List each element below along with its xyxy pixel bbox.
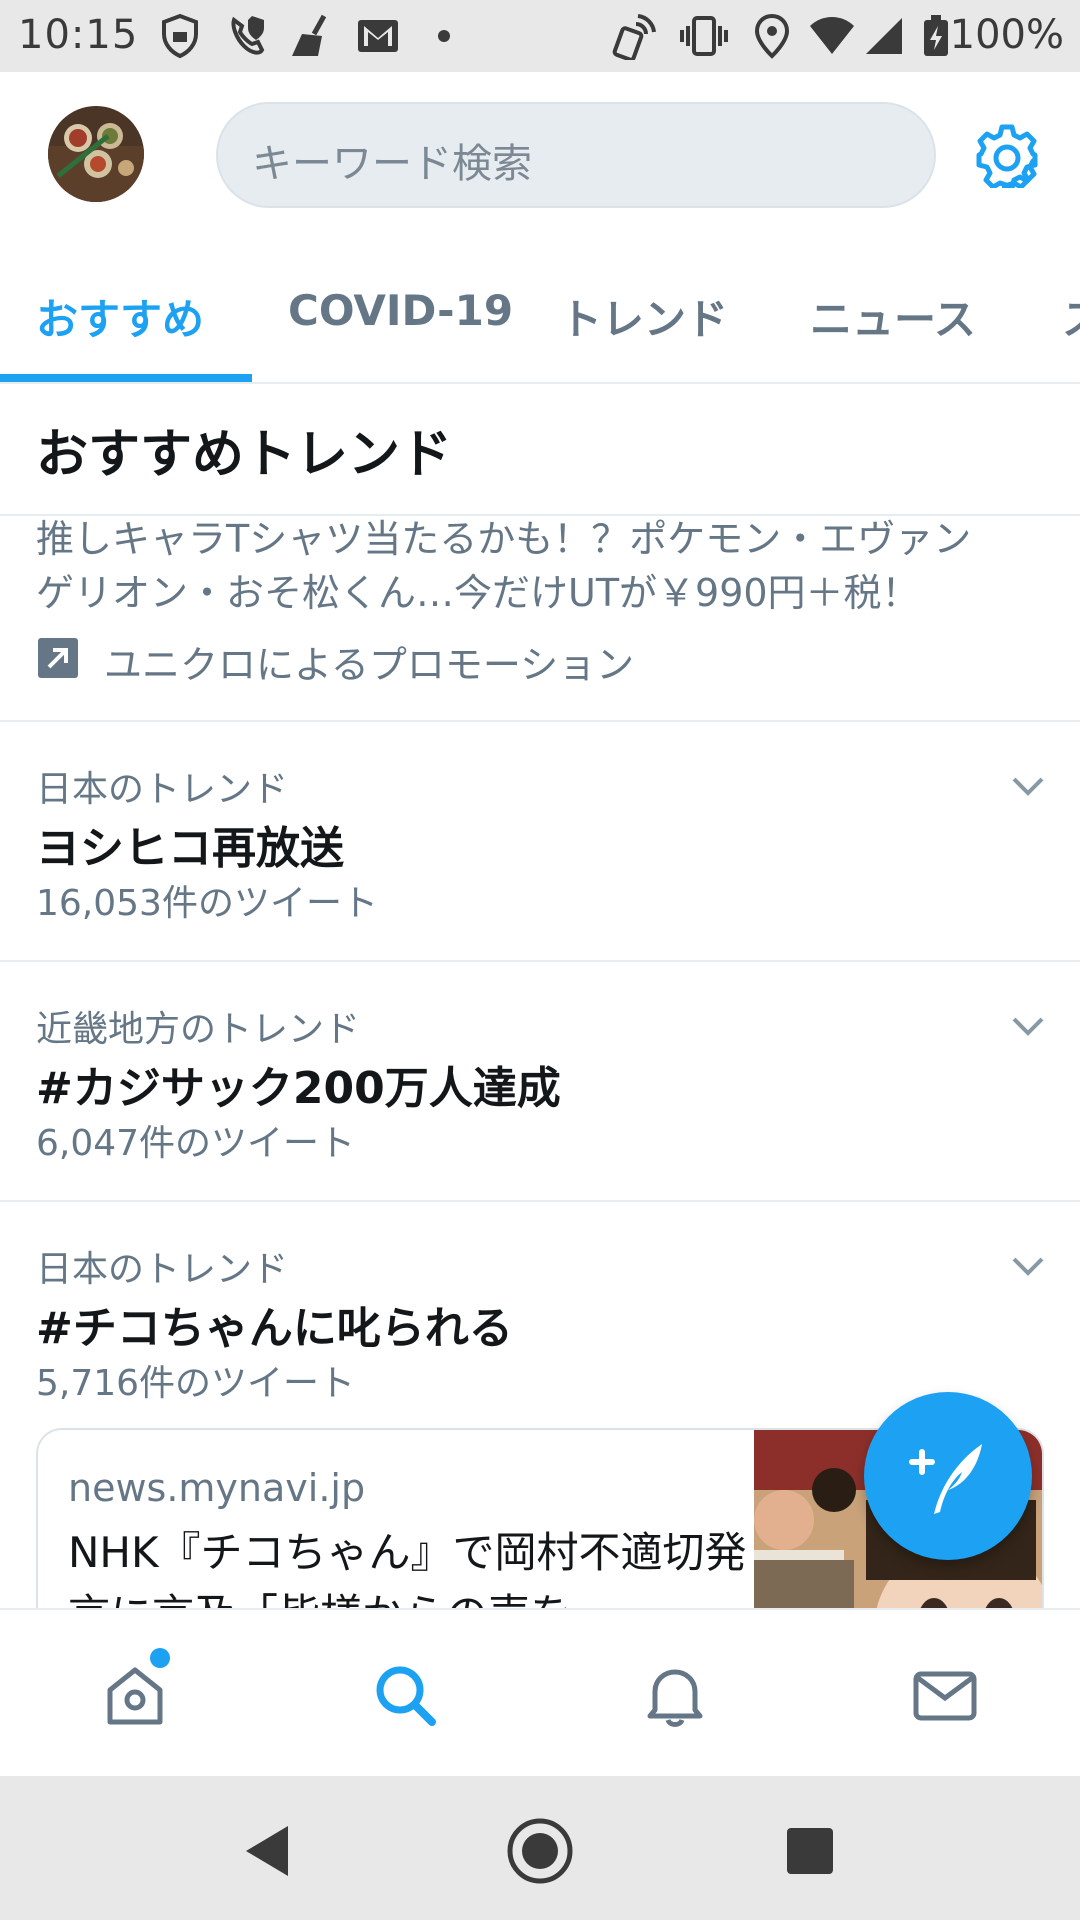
mail-icon[interactable] bbox=[910, 1660, 980, 1730]
bell-icon[interactable] bbox=[640, 1660, 710, 1730]
trend-context: 日本のトレンド bbox=[36, 769, 289, 810]
back-icon[interactable] bbox=[232, 1816, 302, 1886]
tab-news[interactable]: ニュース bbox=[810, 286, 976, 347]
system-nav-bar bbox=[0, 1776, 1080, 1920]
trend-item[interactable]: 近畿地方のトレンド #カジサック200万人達成 6,047件のツイート bbox=[0, 962, 1080, 1202]
trend-name: #カジサック200万人達成 bbox=[36, 1063, 561, 1114]
tab-trends[interactable]: トレンド bbox=[560, 286, 728, 347]
trend-tweet-count: 6,047件のツイート bbox=[36, 1123, 356, 1164]
vibrate-icon bbox=[680, 16, 728, 56]
promoted-arrow-icon bbox=[38, 638, 78, 678]
shield-icon bbox=[162, 13, 198, 59]
tab-covid19[interactable]: COVID-19 bbox=[288, 286, 513, 335]
search-icon[interactable] bbox=[370, 1660, 440, 1730]
trend-context: 日本のトレンド bbox=[36, 1249, 289, 1290]
trend-item[interactable]: 日本のトレンド ヨシヒコ再放送 16,053件のツイート bbox=[0, 722, 1080, 962]
recents-icon[interactable] bbox=[775, 1816, 845, 1886]
active-tab-indicator bbox=[0, 374, 252, 382]
trend-tweet-count: 16,053件のツイート bbox=[36, 883, 378, 924]
promoted-text-line2: ゲリオン・おそ松くん…今だけUTが￥990円＋税！ bbox=[36, 571, 920, 615]
promoted-by-label: ユニクロによるプロモーション bbox=[104, 643, 635, 687]
trend-name: ヨシヒコ再放送 bbox=[36, 823, 344, 874]
avatar[interactable] bbox=[48, 106, 144, 202]
compose-tweet-button[interactable] bbox=[864, 1392, 1032, 1560]
notification-dot bbox=[150, 1648, 170, 1668]
nfc-icon bbox=[612, 14, 656, 60]
trend-name: #チコちゃんに叱られる bbox=[36, 1303, 513, 1354]
battery-percent: 100% bbox=[949, 12, 1064, 58]
chevron-down-icon[interactable] bbox=[1010, 1248, 1046, 1284]
location-icon bbox=[754, 13, 790, 59]
dot-icon bbox=[438, 30, 450, 42]
compose-tweet-icon bbox=[909, 1444, 982, 1514]
bottom-nav bbox=[0, 1608, 1080, 1776]
avatar-image bbox=[48, 106, 144, 202]
trend-tweet-count: 5,716件のツイート bbox=[36, 1363, 356, 1404]
home-icon[interactable] bbox=[100, 1660, 170, 1730]
section-title: おすすめトレンド bbox=[36, 425, 453, 485]
phone-shield-icon bbox=[231, 16, 265, 55]
gmail-icon bbox=[358, 20, 398, 52]
status-bar: 10:15 100% bbox=[0, 0, 1080, 72]
chevron-down-icon[interactable] bbox=[1010, 768, 1046, 804]
search-placeholder: キーワード検索 bbox=[252, 141, 532, 187]
status-time: 10:15 bbox=[18, 12, 139, 58]
chevron-down-icon[interactable] bbox=[1010, 1008, 1046, 1044]
tab-sports[interactable]: ス bbox=[1062, 286, 1080, 347]
promoted-text-line1: 推しキャラTシャツ当たるかも！？ポケモン・エヴァン bbox=[36, 517, 972, 561]
gear-icon[interactable] bbox=[974, 122, 1040, 188]
home-circle-icon[interactable] bbox=[505, 1816, 575, 1886]
broom-icon bbox=[292, 14, 327, 56]
news-source: news.mynavi.jp bbox=[68, 1466, 366, 1510]
promoted-text: 推しキャラTシャツ当たるかも！？ポケモン・エヴァン ゲリオン・おそ松くん…今だけ… bbox=[36, 512, 1036, 620]
tab-recommended[interactable]: おすすめ bbox=[36, 286, 204, 347]
tab-bar: おすすめ COVID-19 トレンド ニュース ス bbox=[0, 250, 1080, 384]
wifi-icon bbox=[810, 17, 854, 54]
trend-context: 近畿地方のトレンド bbox=[36, 1009, 361, 1050]
header: キーワード検索 bbox=[0, 72, 1080, 232]
search-input[interactable]: キーワード検索 bbox=[216, 102, 936, 208]
signal-icon bbox=[866, 18, 902, 54]
